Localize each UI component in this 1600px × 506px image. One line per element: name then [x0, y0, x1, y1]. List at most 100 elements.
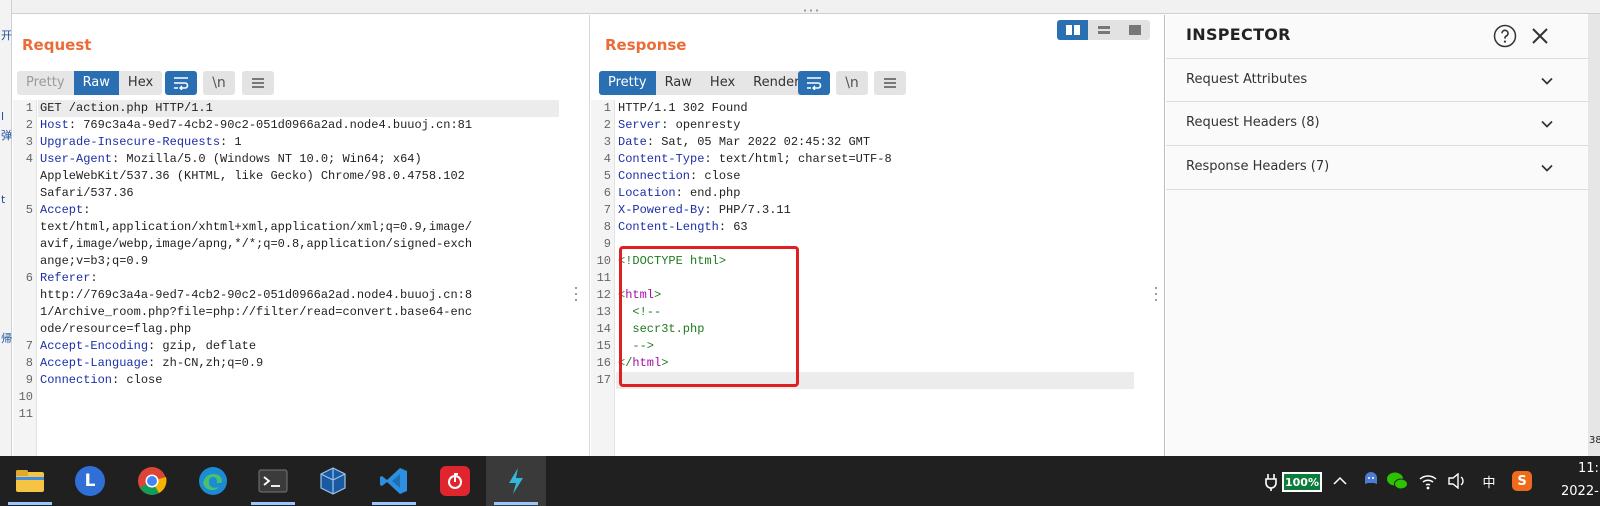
line-number: 7 [603, 203, 611, 217]
line-text: Date: Sat, 05 Mar 2022 02:45:32 GMT [618, 134, 870, 151]
response-tab-hex[interactable]: Hex [700, 71, 745, 95]
clock-time[interactable]: 11: [1578, 461, 1599, 476]
layout-side-by-side-button[interactable] [1057, 20, 1088, 40]
ime-indicator[interactable]: 中 [1476, 456, 1502, 506]
request-tab-pretty[interactable]: Pretty [17, 71, 74, 95]
line-number: 17 [596, 373, 611, 387]
pane-resize-handle[interactable] [1153, 285, 1159, 303]
request-pane: Request Pretty Raw Hex \n 1 GET /action.p… [13, 15, 590, 456]
background-char: 帰 [1, 332, 12, 345]
response-editor[interactable]: 1 HTTP/1.1 302 Found 2 Server: openresty 3 Da… [591, 100, 1164, 456]
line-text: avif,image/webp,image/apng,*/*;q=0.8,app… [40, 236, 472, 253]
code-token: GET /action.php HTTP/1.1 [40, 101, 213, 115]
taskbar-vscode[interactable] [364, 456, 424, 506]
taskbar-lark[interactable]: L [60, 456, 120, 506]
plug-icon [1265, 474, 1277, 491]
request-word-wrap-button[interactable] [165, 71, 197, 95]
response-newline-button[interactable]: \n [836, 71, 868, 95]
code-token: : close [690, 169, 741, 183]
burp-suite-window: 开 l 弹 t 帰 Request Pretty Raw Hex \n 1 GET… [0, 0, 1600, 506]
response-menu-button[interactable] [874, 71, 906, 95]
header-name: Accept-Encoding [40, 339, 149, 353]
wifi-icon[interactable] [1418, 472, 1438, 490]
code-token: : PHP/7.3.11 [704, 203, 791, 217]
response-tab-pretty[interactable]: Pretty [599, 71, 656, 95]
line-text: Connection: close [40, 372, 162, 389]
taskbar-burp-suite[interactable] [486, 456, 546, 506]
sogou-ime-icon[interactable]: S [1512, 471, 1532, 491]
request-editor[interactable]: 1 GET /action.php HTTP/1.1 2 Host: 769c3a4a… [13, 100, 589, 456]
request-tab-raw[interactable]: Raw [73, 71, 119, 95]
line-text: X-Powered-By: PHP/7.3.11 [618, 202, 791, 219]
request-tab-hex[interactable]: Hex [118, 71, 163, 95]
taskbar-chrome[interactable] [122, 456, 182, 506]
inspector-section-request-headers[interactable]: Request Headers (8) [1166, 102, 1588, 146]
taskbar-virtualbox[interactable] [303, 456, 363, 506]
line-text: Server: openresty [618, 117, 740, 134]
newline-label: \n [212, 75, 226, 91]
volume-icon[interactable] [1447, 473, 1467, 489]
line-text: AppleWebKit/537.36 (KHTML, like Gecko) C… [40, 168, 465, 185]
response-tab-raw[interactable]: Raw [655, 71, 701, 95]
header-name: X-Powered-By [618, 203, 705, 217]
response-view-tabs: Pretty Raw Hex Render [599, 71, 809, 95]
line-text: Location: end.php [618, 185, 740, 202]
request-menu-button[interactable] [242, 71, 274, 95]
single-pane-icon [1128, 25, 1141, 35]
word-wrap-icon [174, 77, 189, 90]
header-name: Upgrade-Insecure-Requests [40, 135, 221, 149]
rows-icon [1097, 26, 1110, 34]
taskbar-terminal[interactable] [243, 456, 303, 506]
code-token: : text/html; charset=UTF-8 [704, 152, 892, 166]
columns-icon [1065, 25, 1080, 35]
layout-stacked-button[interactable] [1088, 20, 1119, 40]
taskbar-netease-music[interactable] [425, 456, 485, 506]
inspector-section-response-headers[interactable]: Response Headers (7) [1166, 146, 1588, 190]
qq-tray-icon[interactable] [1362, 470, 1380, 490]
code-token: AppleWebKit/537.36 (KHTML, like Gecko) C… [40, 169, 465, 183]
help-icon[interactable] [1493, 24, 1517, 48]
taskbar-file-explorer[interactable] [0, 456, 60, 506]
response-word-wrap-button[interactable] [798, 71, 830, 95]
top-splitter[interactable] [12, 0, 1600, 14]
request-newline-button[interactable]: \n [203, 71, 235, 95]
line-number: 16 [596, 356, 611, 370]
burp-suite-icon [509, 468, 523, 494]
header-name: Content-Length [618, 220, 719, 234]
line-number: 13 [596, 305, 611, 319]
line-text: Content-Length: 63 [618, 219, 748, 236]
background-char: 弹 [1, 129, 12, 142]
taskbar-edge[interactable] [183, 456, 243, 506]
splitter-grip-icon[interactable] [802, 9, 820, 12]
line-text: HTTP/1.1 302 Found [618, 100, 748, 117]
section-label: Response Headers (7) [1186, 159, 1330, 174]
newline-label: \n [845, 75, 859, 91]
line-number: 5 [603, 169, 611, 183]
code-token: : 769c3a4a-9ed7-4cb2-90c2-051d0966a2ad.n… [68, 118, 473, 132]
wechat-tray-icon[interactable] [1386, 471, 1408, 491]
line-number: 10 [18, 390, 33, 404]
code-token: : Sat, 05 Mar 2022 02:45:32 GMT [646, 135, 871, 149]
code-token: ode/resource=flag.php [40, 322, 192, 336]
header-name: Content-Type [618, 152, 705, 166]
layout-tabs-button[interactable] [1119, 20, 1150, 40]
code-token: ange;v=b3;q=0.9 [40, 254, 149, 268]
line-number: 1 [603, 101, 611, 115]
inspector-section-request-attributes[interactable]: Request Attributes [1166, 58, 1588, 102]
response-title: Response [605, 36, 687, 54]
chevron-up-icon[interactable] [1332, 474, 1348, 488]
clock-date[interactable]: 2022- [1561, 484, 1599, 499]
code-token: Safari/537.36 [40, 186, 134, 200]
close-icon[interactable] [1529, 25, 1551, 47]
line-text: ange;v=b3;q=0.9 [40, 253, 148, 270]
pane-resize-handle[interactable] [573, 285, 579, 303]
line-number: 6 [603, 186, 611, 200]
header-name: Connection [40, 373, 113, 387]
background-char: t [1, 193, 6, 206]
lark-l-icon: L [75, 466, 105, 496]
header-name: Connection [618, 169, 691, 183]
header-name: Server [618, 118, 662, 132]
chevron-down-icon [1541, 120, 1553, 128]
line-text: 1/Archive_room.php?file=php://filter/rea… [40, 304, 472, 321]
battery-indicator[interactable]: 100% [1282, 472, 1322, 492]
